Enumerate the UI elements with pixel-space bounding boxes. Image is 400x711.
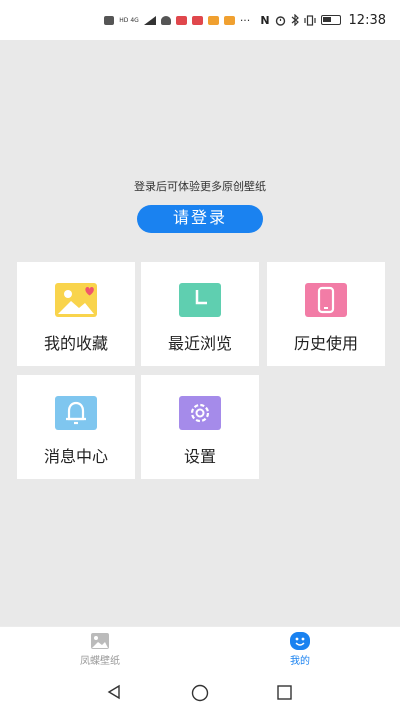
nav-label-mine: 我的 bbox=[290, 656, 310, 667]
card-label-history: 历史使用 bbox=[293, 334, 358, 353]
login-button[interactable]: 请登录 bbox=[137, 205, 263, 233]
app-icon-orange bbox=[207, 15, 219, 25]
wallpaper-icon bbox=[90, 632, 110, 650]
card-label-recent: 最近浏览 bbox=[167, 334, 232, 353]
app-icon-red bbox=[175, 15, 187, 25]
alarm-icon bbox=[275, 15, 285, 26]
bell-icon bbox=[55, 396, 97, 430]
phone-icon bbox=[305, 283, 347, 317]
app-icon-orange bbox=[223, 15, 235, 25]
bluetooth-icon bbox=[291, 14, 299, 26]
more-notifications: ··· bbox=[239, 13, 251, 27]
system-nav-bar bbox=[0, 674, 400, 711]
card-recent[interactable]: 最近浏览 bbox=[141, 262, 259, 366]
nfc-icon: N bbox=[260, 13, 270, 27]
card-history[interactable]: 历史使用 bbox=[267, 262, 385, 366]
bottom-nav: 凤蝶壁纸 我的 bbox=[0, 626, 400, 674]
card-settings[interactable]: 设置 bbox=[141, 375, 259, 479]
favorites-image-icon bbox=[55, 283, 97, 317]
nav-item-wallpaper[interactable]: 凤蝶壁纸 bbox=[60, 627, 140, 675]
smiley-icon bbox=[290, 632, 310, 650]
back-icon[interactable] bbox=[106, 684, 122, 700]
clock-time: 12:38 bbox=[348, 12, 386, 28]
gear-icon bbox=[179, 396, 221, 430]
signal-icon bbox=[143, 15, 156, 25]
card-favorites[interactable]: 我的收藏 bbox=[17, 262, 135, 366]
app-icon-red bbox=[191, 15, 203, 25]
home-icon[interactable] bbox=[191, 684, 209, 702]
notification-icon bbox=[160, 15, 171, 25]
status-left-icons: HD 4G ··· bbox=[104, 14, 250, 27]
login-hint: 登录后可体验更多原创壁纸 bbox=[134, 180, 266, 193]
card-messages[interactable]: 消息中心 bbox=[17, 375, 135, 479]
network-indicator: HD 4G bbox=[119, 16, 139, 24]
status-bar: HD 4G ··· N 12:38 bbox=[0, 0, 400, 40]
status-right-icons: N bbox=[260, 13, 341, 27]
vibrate-icon bbox=[303, 14, 316, 26]
nav-label-wallpaper: 凤蝶壁纸 bbox=[80, 656, 120, 667]
card-label-messages: 消息中心 bbox=[43, 447, 108, 466]
recents-icon[interactable] bbox=[277, 685, 292, 700]
card-label-favorites: 我的收藏 bbox=[43, 334, 108, 353]
clock-icon bbox=[179, 283, 221, 317]
battery-icon bbox=[320, 15, 341, 25]
card-label-settings: 设置 bbox=[183, 447, 216, 466]
nav-item-mine[interactable]: 我的 bbox=[260, 627, 340, 675]
hd-icon bbox=[104, 15, 115, 25]
